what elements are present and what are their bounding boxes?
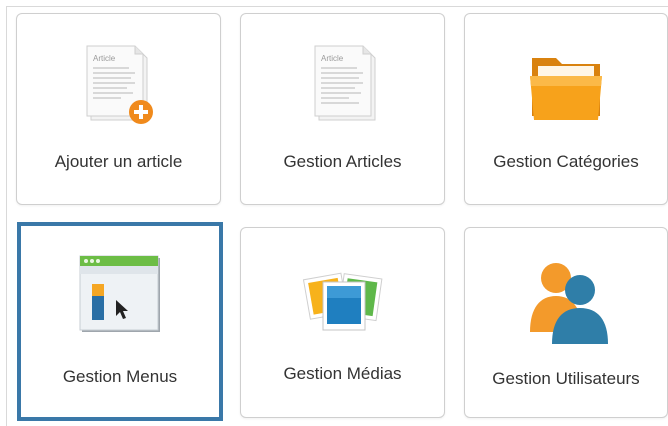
- article-add-icon: Article: [86, 45, 153, 124]
- manage-menus-label: Gestion Menus: [62, 367, 178, 386]
- manage-articles-tile[interactable]: Article Gestion Articles: [240, 13, 445, 205]
- manage-menus-tile[interactable]: Gestion Menus: [17, 222, 223, 421]
- manage-users-label: Gestion Utilisateurs: [492, 369, 640, 388]
- manage-media-tile[interactable]: Gestion Médias: [240, 227, 445, 418]
- svg-text:Article: Article: [321, 54, 344, 63]
- manage-users-tile[interactable]: Gestion Utilisateurs: [464, 227, 668, 418]
- users-icon: [530, 263, 608, 344]
- article-icon: Article: [314, 45, 375, 121]
- media-images-icon: [302, 272, 382, 331]
- manage-categories-tile[interactable]: Gestion Catégories: [464, 13, 668, 205]
- menu-window-icon: [79, 255, 160, 332]
- folder-icon: [530, 58, 602, 120]
- add-article-tile[interactable]: Article Ajouter un article: [16, 13, 221, 205]
- add-article-label: Ajouter un article: [54, 152, 183, 171]
- svg-text:Article: Article: [93, 54, 116, 63]
- manage-articles-label: Gestion Articles: [283, 152, 402, 171]
- manage-categories-label: Gestion Catégories: [493, 152, 639, 171]
- manage-media-label: Gestion Médias: [283, 364, 402, 383]
